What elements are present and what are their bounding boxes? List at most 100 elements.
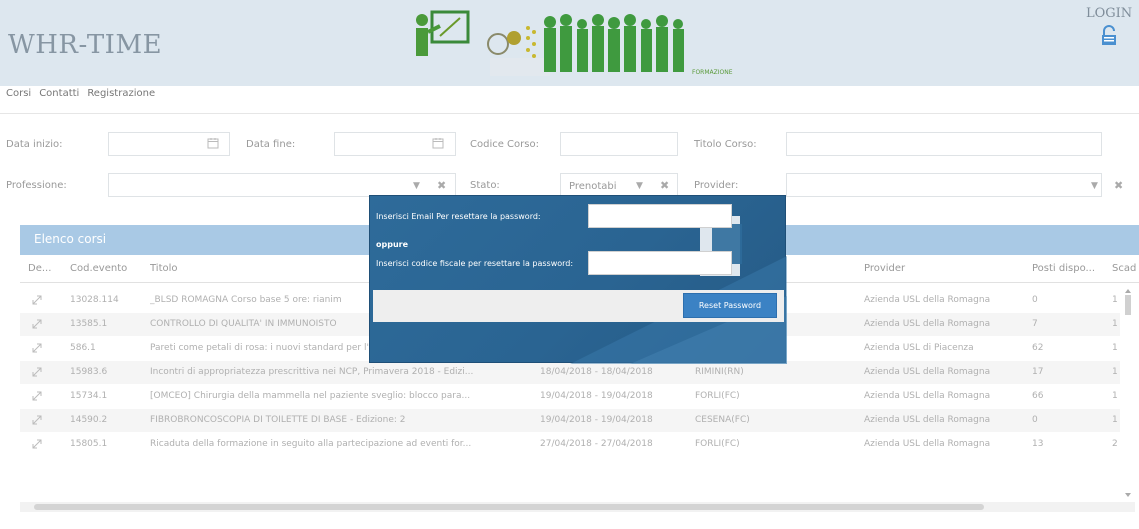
cell-date: 18/04/2018 - 18/04/2018	[540, 367, 653, 377]
cell-luogo: FORLI(FC)	[695, 391, 740, 401]
codice-fiscale-label: Inserisci codice fiscale per resettare l…	[376, 259, 574, 268]
app-title: WHR-TIME	[8, 30, 163, 60]
svg-text:FORMAZIONE: FORMAZIONE	[692, 69, 733, 76]
calendar-icon[interactable]	[207, 137, 219, 149]
expand-icon[interactable]	[31, 342, 43, 354]
cell-provider: Azienda USL di Piacenza	[864, 343, 974, 353]
stato-label: Stato:	[470, 180, 500, 191]
expand-icon[interactable]	[31, 438, 43, 450]
col-dettaglio[interactable]: De...	[28, 263, 62, 274]
cell-posti: 0	[1032, 415, 1038, 425]
reset-password-button[interactable]: Reset Password	[683, 293, 777, 318]
cell-scad: 1	[1112, 319, 1118, 329]
login-button[interactable]: LOGIN	[1086, 6, 1132, 47]
expand-icon[interactable]	[31, 390, 43, 402]
table-row[interactable]: 15983.6 Incontri di appropriatezza prescr…	[20, 361, 1120, 384]
horizontal-scrollbar[interactable]	[20, 502, 1135, 512]
expand-icon[interactable]	[31, 294, 43, 306]
cell-posti: 17	[1032, 367, 1044, 377]
nav-contatti[interactable]: Contatti	[39, 88, 79, 104]
provider-label: Provider:	[694, 180, 739, 191]
cell-titolo: Ricaduta della formazione in seguito all…	[150, 439, 472, 449]
professione-label: Professione:	[6, 180, 67, 191]
table-title: Elenco corsi	[34, 232, 107, 246]
cell-date: 27/04/2018 - 27/04/2018	[540, 439, 653, 449]
expand-icon[interactable]	[31, 318, 43, 330]
expand-icon[interactable]	[31, 414, 43, 426]
cell-provider: Azienda USL della Romagna	[864, 439, 991, 449]
cell-posti: 0	[1032, 295, 1038, 305]
header: WHR-TIME FORMAZIONE LOGIN	[0, 0, 1139, 86]
cell-scad: 1	[1112, 295, 1118, 305]
cell-luogo: RIMINI(RN)	[695, 367, 744, 377]
table-row[interactable]: 14590.2 FIBROBRONCOSCOPIA DI TOILETTE DI …	[20, 409, 1120, 432]
cell-posti: 13	[1032, 439, 1044, 449]
cell-cod: 14590.2	[70, 415, 108, 425]
table-row[interactable]: 15805.1 Ricaduta della formazione in segu…	[20, 433, 1120, 456]
stato-value: Prenotabi	[569, 181, 617, 192]
calendar-icon[interactable]	[432, 137, 444, 149]
cell-luogo: CESENA(FC)	[695, 415, 750, 425]
lock-icon	[1102, 25, 1116, 45]
login-label: LOGIN	[1086, 6, 1133, 21]
scroll-thumb[interactable]	[34, 504, 984, 510]
chevron-down-icon[interactable]: ▼	[1091, 181, 1098, 191]
cell-date: 19/04/2018 - 19/04/2018	[540, 391, 653, 401]
table-row[interactable]: 15734.1 [OMCEO] Chirurgia della mammella …	[20, 385, 1120, 408]
cell-cod: 586.1	[70, 343, 96, 353]
cell-scad: 1	[1112, 367, 1118, 377]
col-provider[interactable]: Provider	[864, 263, 1004, 274]
chevron-down-icon[interactable]: ▼	[636, 181, 643, 191]
reset-password-dialog: Inserisci Email Per resettare la passwor…	[369, 195, 787, 364]
cell-provider: Azienda USL della Romagna	[864, 391, 991, 401]
cell-posti: 62	[1032, 343, 1044, 353]
cell-titolo: Incontri di appropriatezza prescrittiva …	[150, 367, 474, 377]
main-nav: Corsi Contatti Registrazione	[0, 88, 155, 104]
oppure-label: oppure	[376, 240, 409, 249]
cell-provider: Azienda USL della Romagna	[864, 367, 991, 377]
cell-scad: 2	[1112, 439, 1118, 449]
cell-provider: Azienda USL della Romagna	[864, 319, 991, 329]
data-inizio-label: Data inizio:	[6, 139, 63, 150]
chevron-down-icon[interactable]: ▼	[413, 181, 420, 191]
col-cod-evento[interactable]: Cod.evento	[70, 263, 140, 274]
cell-provider: Azienda USL della Romagna	[864, 415, 991, 425]
cell-scad: 1	[1112, 343, 1118, 353]
provider-select[interactable]	[786, 173, 1102, 197]
clear-icon[interactable]: ✖	[1114, 179, 1123, 192]
cell-cod: 15983.6	[70, 367, 108, 377]
titolo-corso-label: Titolo Corso:	[694, 139, 757, 150]
email-input[interactable]	[588, 204, 732, 228]
cell-scad: 1	[1112, 391, 1118, 401]
cell-provider: Azienda USL della Romagna	[864, 295, 991, 305]
col-titolo[interactable]: Titolo	[150, 263, 350, 274]
cell-cod: 13028.114	[70, 295, 119, 305]
codice-corso-label: Codice Corso:	[470, 139, 539, 150]
cell-luogo: FORLI(FC)	[695, 439, 740, 449]
codice-corso-input[interactable]	[560, 132, 678, 156]
titolo-corso-input[interactable]	[786, 132, 1102, 156]
divider	[0, 113, 1139, 114]
email-label: Inserisci Email Per resettare la passwor…	[376, 212, 541, 221]
codice-fiscale-input[interactable]	[588, 251, 732, 275]
cell-cod: 15734.1	[70, 391, 108, 401]
vertical-scrollbar[interactable]	[1124, 287, 1132, 499]
data-fine-label: Data fine:	[246, 139, 296, 150]
col-scadenza[interactable]: Scad	[1112, 263, 1139, 274]
clear-icon[interactable]: ✖	[437, 179, 446, 192]
professione-select[interactable]	[108, 173, 456, 197]
cell-cod: 15805.1	[70, 439, 108, 449]
nav-corsi[interactable]: Corsi	[6, 88, 31, 104]
logo: FORMAZIONE	[416, 10, 733, 76]
cell-posti: 7	[1032, 319, 1038, 329]
nav-registrazione[interactable]: Registrazione	[87, 88, 155, 104]
cell-posti: 66	[1032, 391, 1044, 401]
expand-icon[interactable]	[31, 366, 43, 378]
col-posti[interactable]: Posti dispo...	[1032, 263, 1102, 274]
cell-cod: 13585.1	[70, 319, 108, 329]
cell-titolo: [OMCEO] Chirurgia della mammella nel paz…	[150, 391, 471, 401]
cell-date: 19/04/2018 - 19/04/2018	[540, 415, 653, 425]
clear-icon[interactable]: ✖	[660, 179, 669, 192]
cell-scad: 1	[1112, 415, 1118, 425]
cell-titolo: FIBROBRONCOSCOPIA DI TOILETTE DI BASE - …	[150, 415, 406, 425]
